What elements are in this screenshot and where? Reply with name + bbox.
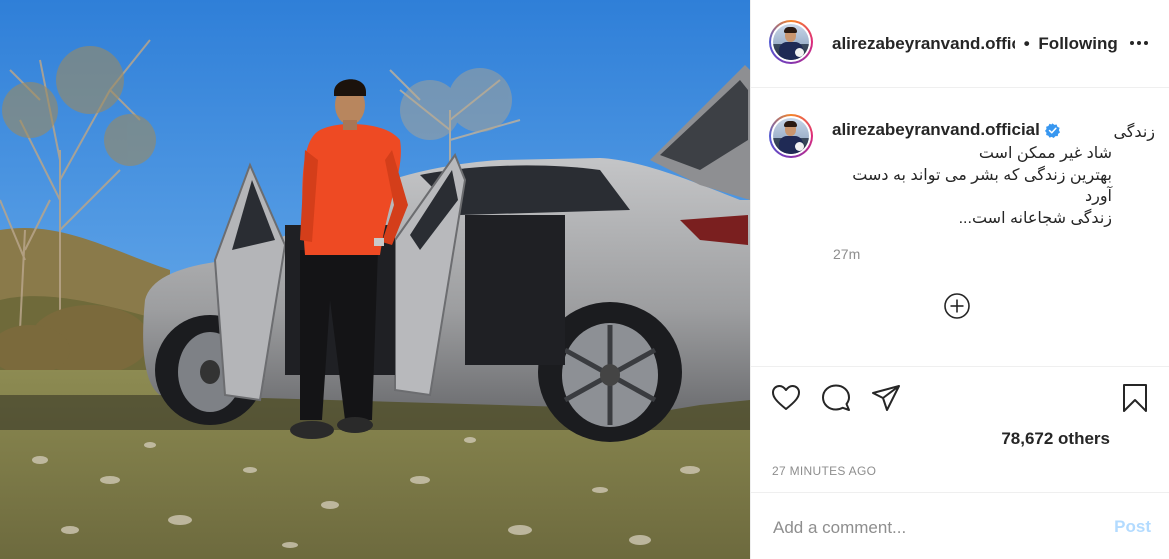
action-bar: 78,672 others 27 MINUTES AGO [751,366,1169,492]
avatar-hair [784,27,797,33]
caption-avatar-image [773,118,809,154]
more-horizontal-icon-dot [1137,41,1141,45]
likes-count[interactable]: 78,672 others [1001,429,1110,449]
caption-username[interactable]: alirezabeyranvand.official [832,120,1040,140]
header-user-line: alirezabeyranvand.offic • Following [832,34,1118,54]
caption-line: بهترین زندگی که بشر می تواند به دست [852,166,1112,184]
caption-line: آورد [1084,188,1112,205]
avatar[interactable] [769,20,813,64]
send-icon[interactable] [871,383,901,413]
post-header: alirezabeyranvand.offic • Following [751,0,1169,88]
header-separator: • [1023,34,1030,53]
comment-icon[interactable] [821,383,851,413]
plus-circle-icon[interactable] [944,293,970,319]
comment-bar: Post [751,492,1169,559]
post-dialog: alirezabeyranvand.offic • Following alir… [0,0,1169,559]
post-photo-illustration [0,0,750,559]
post-time-ago[interactable]: 27 MINUTES AGO [772,464,876,478]
caption-area: alirezabeyranvand.official زندگی شاد غیر… [751,88,1169,366]
caption-first-word: زندگی [1113,124,1155,141]
avatar-hair [784,121,797,127]
comment-input[interactable] [771,515,1075,541]
caption-avatar-border [771,116,811,156]
caption-avatar[interactable] [769,114,813,158]
heart-icon[interactable] [771,383,801,413]
caption-username-line: alirezabeyranvand.official [832,120,1060,140]
post-details-panel: alirezabeyranvand.offic • Following alir… [750,0,1169,559]
post-comment-button[interactable]: Post [1114,517,1151,537]
bookmark-icon[interactable] [1120,383,1150,413]
more-horizontal-icon-dot [1144,41,1148,45]
avatar-image [773,24,809,60]
avatar-border [771,22,811,62]
caption-text: شاد غیر ممکن است بهترین زندگی که بشر می … [832,143,1112,229]
more-options-button[interactable] [1126,32,1152,54]
following-button[interactable]: Following [1038,34,1117,53]
post-image[interactable] [0,0,750,559]
caption-line: زندگی شجاعانه است... [958,209,1112,227]
avatar-ball [795,48,804,57]
caption-timestamp[interactable]: 27m [833,246,860,262]
header-username[interactable]: alirezabeyranvand.offic [832,34,1015,54]
caption-line: شاد غیر ممکن است [978,145,1112,162]
avatar-ball [795,142,804,151]
verified-badge-icon [1044,122,1060,138]
more-horizontal-icon [1130,41,1134,45]
